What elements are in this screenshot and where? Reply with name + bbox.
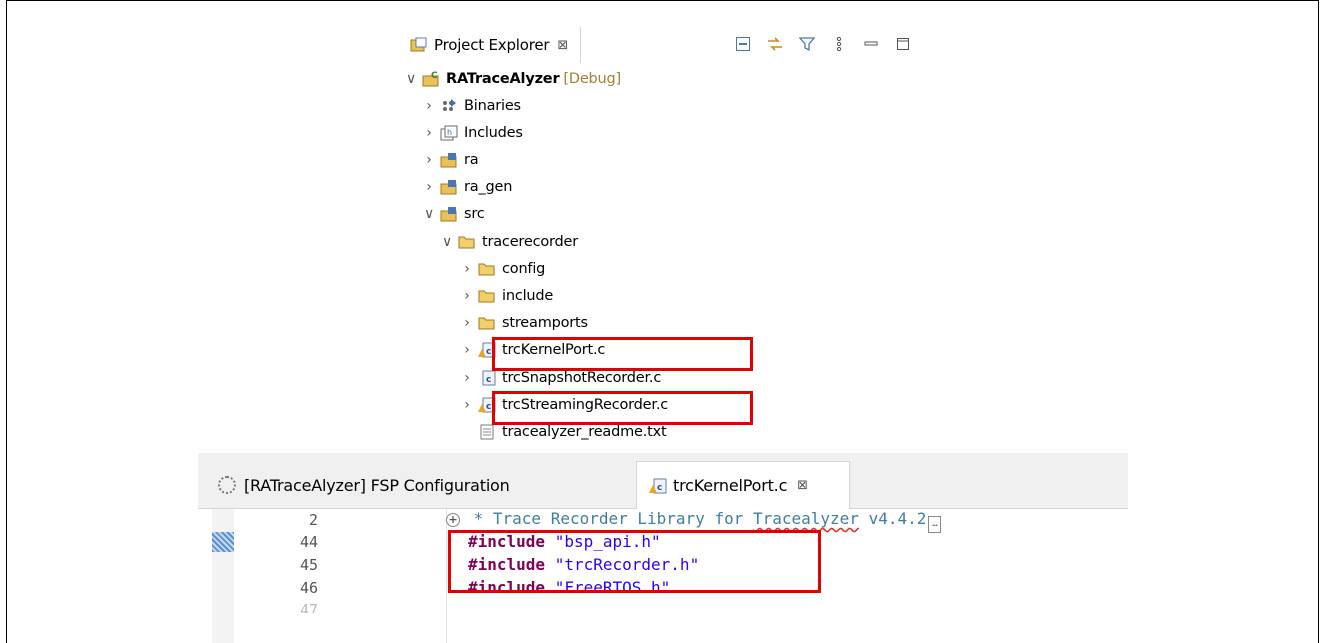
line-number-gutter: 2 44 45 46 47	[198, 509, 447, 643]
tab-fsp-configuration[interactable]: [RATraceAlyzer] FSP Configuration	[198, 461, 636, 509]
chevron-right-icon[interactable]: ›	[460, 370, 474, 386]
link-with-editor-icon[interactable]	[766, 35, 784, 53]
tab-label: trcKernelPort.c	[673, 476, 788, 495]
build-config-label: [Debug]	[563, 71, 622, 87]
c-file-warning-icon: c	[649, 478, 667, 494]
project-explorer-panel: Project Explorer ⊠ ∨ C RATraceAlyzer [De…	[404, 27, 920, 449]
tree-item-label: include	[502, 288, 554, 304]
tree-item-label: src	[464, 206, 485, 222]
chevron-down-icon[interactable]: ∨	[404, 71, 418, 87]
highlight-box-includes	[448, 530, 821, 593]
project-explorer-title: Project Explorer	[434, 36, 550, 54]
svg-text:c: c	[486, 402, 491, 412]
tab-label: [RATraceAlyzer] FSP Configuration	[244, 475, 510, 495]
chevron-down-icon[interactable]: ∨	[422, 206, 436, 222]
text-file-icon	[478, 424, 496, 440]
tree-item-includes[interactable]: › h Includes	[422, 121, 523, 145]
folded-ellipsis-icon[interactable]: …	[928, 516, 942, 533]
chevron-down-icon[interactable]: ∨	[440, 234, 454, 250]
expand-fold-icon[interactable]: +	[446, 513, 460, 527]
editor-tabbar: [RATraceAlyzer] FSP Configuration c trcK…	[198, 453, 1128, 509]
tree-item-include[interactable]: › include	[460, 284, 553, 308]
binaries-icon	[440, 98, 458, 114]
folder-icon	[478, 261, 496, 277]
chevron-right-icon[interactable]: ›	[422, 98, 436, 114]
chevron-right-icon[interactable]: ›	[422, 125, 436, 141]
project-explorer-tabbar: Project Explorer ⊠	[404, 27, 920, 63]
tree-item-config[interactable]: › config	[460, 257, 545, 281]
filter-icon[interactable]	[798, 35, 816, 53]
folder-icon	[478, 315, 496, 331]
gear-icon	[218, 476, 236, 494]
tree-item-label: Binaries	[464, 98, 521, 114]
chevron-right-icon[interactable]: ›	[460, 342, 474, 358]
close-icon[interactable]: ⊠	[797, 478, 808, 493]
svg-text:C: C	[431, 71, 438, 81]
open-folder-icon	[458, 234, 476, 250]
line-number: 47	[299, 601, 318, 613]
svg-text:c: c	[486, 347, 491, 357]
line-number: 46	[299, 579, 318, 597]
chevron-right-icon[interactable]: ›	[422, 152, 436, 168]
line-number: 44	[299, 533, 318, 551]
tree-item-label: trcSnapshotRecorder.c	[502, 370, 662, 386]
project-name: RATraceAlyzer	[446, 71, 560, 87]
maximize-icon[interactable]	[894, 35, 912, 53]
minimize-icon[interactable]	[862, 35, 880, 53]
comment-text: * Trace Recorder Library for	[464, 509, 753, 528]
chevron-right-icon[interactable]: ›	[460, 397, 474, 413]
overview-ruler	[212, 509, 234, 643]
tree-item-label: Includes	[464, 125, 523, 141]
tree-item-binaries[interactable]: › Binaries	[422, 94, 521, 118]
svg-text:c: c	[657, 483, 662, 493]
c-project-icon: C	[422, 71, 440, 87]
tree-item-project[interactable]: ∨ C RATraceAlyzer [Debug]	[404, 67, 621, 91]
view-menu-icon[interactable]	[830, 35, 848, 53]
line-number: 45	[299, 556, 318, 574]
chevron-right-icon[interactable]: ›	[422, 179, 436, 195]
svg-text:h: h	[447, 128, 452, 137]
project-explorer-icon	[410, 37, 428, 53]
source-folder-icon	[440, 206, 458, 222]
tree-item-ra[interactable]: › ra	[422, 148, 478, 172]
chevron-right-icon[interactable]: ›	[460, 315, 474, 331]
tree-item-ra-gen[interactable]: › ra_gen	[422, 175, 512, 199]
c-file-icon: c	[478, 370, 496, 386]
tab-trckernelport[interactable]: c trcKernelPort.c ⊠	[636, 461, 850, 509]
highlight-box-trcstreamingrecorder	[492, 391, 753, 425]
line-number: 2	[308, 511, 318, 529]
tree-item-label: tracerecorder	[482, 234, 579, 250]
tree-item-streamports[interactable]: › streamports	[460, 311, 588, 335]
highlight-box-trckernelport	[492, 337, 753, 371]
source-folder-icon	[440, 152, 458, 168]
explorer-toolbar	[734, 35, 912, 53]
tree-item-label: ra_gen	[464, 179, 513, 195]
source-folder-icon	[440, 179, 458, 195]
chevron-right-icon[interactable]: ›	[460, 288, 474, 304]
tab-project-explorer[interactable]: Project Explorer ⊠	[404, 27, 581, 63]
svg-text:c: c	[486, 375, 491, 385]
includes-icon: h	[440, 125, 458, 141]
tree-item-tracerecorder[interactable]: ∨ tracerecorder	[440, 230, 578, 254]
tree-item-src[interactable]: ∨ src	[422, 202, 485, 226]
tree-item-label: ra	[464, 152, 479, 168]
change-marker	[212, 532, 234, 552]
tree-item-label: tracealyzer_readme.txt	[502, 424, 667, 440]
tree-item-label: config	[502, 261, 546, 277]
chevron-right-icon[interactable]: ›	[460, 261, 474, 277]
close-icon[interactable]: ⊠	[557, 38, 568, 53]
comment-word: Tracealyzer	[752, 509, 859, 528]
comment-tail: v4.4.2	[858, 509, 927, 528]
collapse-all-icon[interactable]	[734, 35, 752, 53]
folder-icon	[478, 288, 496, 304]
tree-item-label: streamports	[502, 315, 588, 331]
